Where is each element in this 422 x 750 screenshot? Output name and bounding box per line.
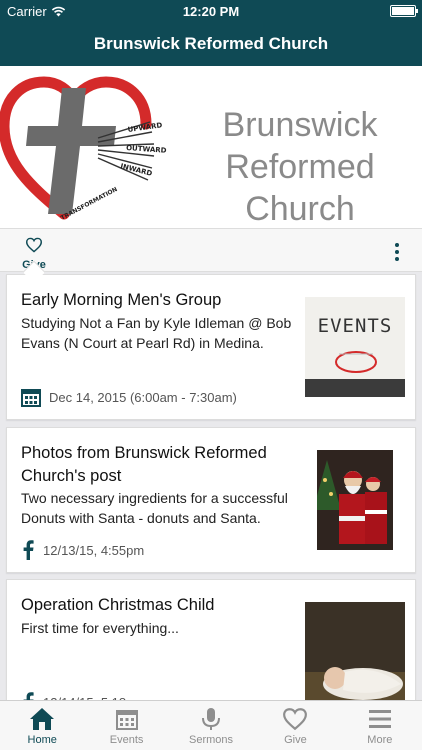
tab-bar: Home Events Sermons Give More <box>0 700 422 750</box>
page-title: Brunswick Reformed Church <box>93 34 329 53</box>
action-bar: Give <box>0 228 422 272</box>
card-title: Operation Christmas Child <box>21 596 215 614</box>
facebook-icon <box>23 540 34 560</box>
more-options-icon[interactable] <box>394 243 400 261</box>
church-logo-icon: UPWARD OUTWARD INWARD TRANSFORMATION <box>0 76 167 222</box>
calendar-icon <box>115 710 138 730</box>
heart-icon <box>283 708 308 731</box>
logo-word-upward: UPWARD <box>127 121 163 134</box>
status-time: 12:20 PM <box>182 4 240 19</box>
microphone-icon <box>202 708 221 730</box>
feed-card-event[interactable]: Early Morning Men's Group Studying Not a… <box>6 274 416 420</box>
events-thumb-text: EVENTS <box>317 315 393 337</box>
tab-give-label: Give <box>284 734 307 746</box>
app-screen: Carrier 12:20 PM Brunswick Reformed Chur… <box>0 0 422 750</box>
card-title: Photos from Brunswick Reformed Church's … <box>21 444 267 485</box>
church-banner: UPWARD OUTWARD INWARD TRANSFORMATION Bru… <box>0 66 422 228</box>
feed-card-post[interactable]: Photos from Brunswick Reformed Church's … <box>6 427 416 573</box>
card-date: Dec 14, 2015 (6:00am - 7:30am) <box>49 389 237 405</box>
card-description: Two necessary ingredients for a successf… <box>21 490 288 526</box>
top-bar: Carrier 12:20 PM Brunswick Reformed Chur… <box>0 0 422 66</box>
tab-more-label: More <box>367 734 393 746</box>
tab-give[interactable]: Give <box>253 701 337 750</box>
card-meta: Dec 14, 2015 (6:00am - 7:30am) <box>21 387 237 407</box>
events-thumbnail: EVENTS <box>305 297 405 397</box>
home-icon <box>30 708 55 730</box>
status-bar: Carrier 12:20 PM <box>0 0 422 22</box>
tab-sermons[interactable]: Sermons <box>169 701 253 750</box>
card-description: Studying Not a Fan by Kyle Idleman @ Bob… <box>21 315 292 351</box>
tab-events-label: Events <box>109 734 144 746</box>
card-meta: 12/13/15, 4:55pm <box>21 540 144 560</box>
baby-photo-thumbnail <box>305 602 405 702</box>
tab-events[interactable]: Events <box>84 701 168 750</box>
card-description: First time for everything... <box>21 620 179 636</box>
tab-sermons-label: Sermons <box>189 734 234 746</box>
card-date: 12/13/15, 4:55pm <box>43 542 145 558</box>
calendar-icon <box>21 389 41 407</box>
church-name: Brunswick Reformed Church <box>170 104 422 228</box>
battery-icon <box>390 5 418 17</box>
heart-icon <box>25 237 43 253</box>
tab-more[interactable]: More <box>338 701 422 750</box>
menu-icon <box>368 710 391 728</box>
church-name-line1: Brunswick <box>222 106 378 144</box>
church-name-line2: Reformed Church <box>225 148 375 228</box>
tab-home-label: Home <box>27 734 57 746</box>
card-title: Early Morning Men's Group <box>21 291 222 309</box>
santa-photo-thumbnail <box>317 450 393 550</box>
tab-home[interactable]: Home <box>0 701 84 750</box>
